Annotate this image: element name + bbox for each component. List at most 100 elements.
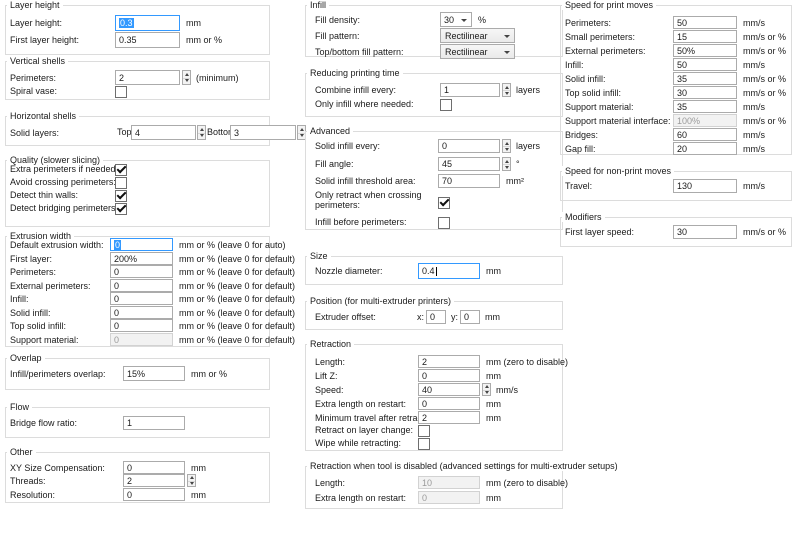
- inf-top-bottom-fill-pattern-label: Top/bottom fill pattern:: [315, 47, 404, 57]
- ret-speed-spinner-down[interactable]: [483, 390, 490, 396]
- rpt-only-infill-where-needed-checkbox[interactable]: [440, 99, 452, 111]
- adv-solid-infill-every-spinner[interactable]: [502, 139, 511, 153]
- ew-default-extrusion-width-input-value: 0: [114, 240, 121, 250]
- q-extra-perimeters-if-needed-checkbox[interactable]: [115, 164, 127, 176]
- vs-perimeters-unit: (minimum): [196, 73, 239, 83]
- ot-xy-size-compensation-input[interactable]: 0: [123, 461, 185, 474]
- ew-top-solid-infill-input[interactable]: 0: [110, 319, 173, 332]
- hs-bottom-input[interactable]: 3: [230, 125, 296, 140]
- ret-length-input[interactable]: 2: [418, 355, 480, 368]
- inf-top-bottom-fill-pattern-select[interactable]: Rectilinear: [440, 44, 515, 59]
- hs-top-spinner-down[interactable]: [198, 133, 205, 140]
- size-nozzle-diameter-input-value: 0.4: [422, 266, 435, 276]
- fl-bridge-flow-ratio-input[interactable]: 1: [123, 416, 185, 430]
- size-nozzle-diameter-input[interactable]: 0.4: [418, 263, 480, 279]
- ew-infill-input[interactable]: 0: [110, 292, 173, 305]
- q-detect-thin-walls-checkbox[interactable]: [115, 190, 127, 202]
- ret-speed-input[interactable]: 40: [418, 383, 480, 396]
- hs-top-spinner[interactable]: [197, 125, 206, 140]
- adv-solid-infill-threshold-area-label: Solid infill threshold area:: [315, 176, 416, 186]
- spm-gap-fill-unit: mm/s: [743, 144, 765, 154]
- pos-x-offset-input[interactable]: 0: [426, 310, 446, 324]
- ew-support-material-label: Support material:: [10, 335, 79, 345]
- adv-solid-infill-every-input[interactable]: 0: [438, 139, 500, 153]
- ret-lift-z-input[interactable]: 0: [418, 369, 480, 382]
- ew-top-solid-infill-input-value: 0: [114, 321, 119, 331]
- adv-infill-before-perimeters-label: Infill before perimeters:: [315, 217, 407, 227]
- mod-first-layer-speed-input[interactable]: 30: [673, 225, 737, 239]
- adv-fill-angle-input-value: 45: [442, 159, 452, 169]
- ew-external-perimeters-input[interactable]: 0: [110, 279, 173, 292]
- adv-fill-angle-spinner-down[interactable]: [503, 164, 510, 170]
- ot-threads-spinner[interactable]: [187, 474, 196, 487]
- spm-support-material-interface-unit: mm/s or %: [743, 116, 786, 126]
- lh-first-layer-height-input[interactable]: 0.35: [115, 32, 180, 48]
- ret-retract-on-layer-change-checkbox[interactable]: [418, 425, 430, 437]
- rpt-combine-infill-every-spinner-down[interactable]: [503, 90, 510, 96]
- retd-length-unit: mm (zero to disable): [486, 478, 568, 488]
- vs-perimeters-spinner-down[interactable]: [183, 78, 190, 85]
- inf-fill-density-combo[interactable]: 30: [440, 12, 472, 27]
- q-detect-bridging-perimeters-checkbox[interactable]: [115, 203, 127, 215]
- spm-bridges-unit: mm/s: [743, 130, 765, 140]
- inf-fill-pattern-select[interactable]: Rectilinear: [440, 28, 515, 43]
- spm-support-material-input[interactable]: 35: [673, 100, 737, 113]
- ret-minimum-travel-after-retraction-input[interactable]: 2: [418, 411, 480, 424]
- snp-travel-input-value: 130: [677, 181, 692, 191]
- ov-infill-perimeters-overlap-input[interactable]: 15%: [123, 366, 185, 381]
- ot-threads-input[interactable]: 2: [123, 474, 185, 487]
- lh-first-layer-height-input-value: 0.35: [119, 35, 137, 45]
- adv-infill-before-perimeters-checkbox[interactable]: [438, 217, 450, 229]
- spm-infill-input[interactable]: 50: [673, 58, 737, 71]
- ot-resolution-input[interactable]: 0: [123, 488, 185, 501]
- vs-perimeters-spinner[interactable]: [182, 70, 191, 85]
- hs-bottom-spinner-down[interactable]: [298, 133, 305, 140]
- adv-fill-angle-spinner[interactable]: [502, 157, 511, 171]
- ret-speed-label: Speed:: [315, 385, 344, 395]
- rpt-combine-infill-every-spinner[interactable]: [502, 83, 511, 97]
- ret-extra-length-on-restart-input-value: 0: [422, 399, 427, 409]
- adv-solid-infill-threshold-area-input[interactable]: 70: [438, 174, 500, 188]
- adv-only-retract-when-crossing-perimeters-checkbox[interactable]: [438, 197, 450, 209]
- ew-default-extrusion-width-input[interactable]: 0: [110, 238, 173, 251]
- rpt-combine-infill-every-input[interactable]: 1: [440, 83, 500, 97]
- spm-gap-fill-input[interactable]: 20: [673, 142, 737, 155]
- snp-travel-input[interactable]: 130: [673, 179, 737, 193]
- pos-y-offset-input[interactable]: 0: [460, 310, 480, 324]
- ret-speed-input-value: 40: [422, 385, 432, 395]
- ew-infill-input-value: 0: [114, 294, 119, 304]
- ot-xy-size-compensation-input-value: 0: [127, 463, 132, 473]
- spm-solid-infill-label: Solid infill:: [565, 74, 606, 84]
- spm-top-solid-infill-input[interactable]: 30: [673, 86, 737, 99]
- lh-layer-height-input[interactable]: 0.3: [115, 15, 180, 31]
- q-avoid-crossing-perimeters-checkbox[interactable]: [115, 177, 127, 189]
- hs-top-input[interactable]: 4: [131, 125, 196, 140]
- group-layer-height-title: Layer height: [7, 0, 63, 10]
- adv-fill-angle-input[interactable]: 45: [438, 157, 500, 171]
- vs-spiral-vase-checkbox[interactable]: [115, 86, 127, 98]
- spm-perimeters-input[interactable]: 50: [673, 16, 737, 29]
- ew-solid-infill-input-value: 0: [114, 308, 119, 318]
- group-vertical-shells-title: Vertical shells: [7, 56, 68, 66]
- ew-first-layer-label: First layer:: [10, 254, 52, 264]
- ot-threads-spinner-down[interactable]: [188, 481, 195, 487]
- inf-fill-pattern-select-value: Rectilinear: [445, 31, 488, 41]
- spm-external-perimeters-input[interactable]: 50%: [673, 44, 737, 57]
- ew-first-layer-input-value: 200%: [114, 254, 137, 264]
- group-flow-title: Flow: [7, 402, 32, 412]
- hs-top-input-value: 4: [135, 128, 140, 138]
- fl-bridge-flow-ratio-input-value: 1: [127, 418, 132, 428]
- spm-bridges-input[interactable]: 60: [673, 128, 737, 141]
- vs-spiral-vase-label: Spiral vase:: [10, 86, 57, 96]
- group-retraction-title: Retraction: [307, 339, 354, 349]
- ret-extra-length-on-restart-input[interactable]: 0: [418, 397, 480, 410]
- vs-perimeters-input[interactable]: 2: [115, 70, 180, 85]
- spm-solid-infill-input[interactable]: 35: [673, 72, 737, 85]
- spm-small-perimeters-input[interactable]: 15: [673, 30, 737, 43]
- ew-first-layer-input[interactable]: 200%: [110, 252, 173, 265]
- adv-solid-infill-every-spinner-down[interactable]: [503, 146, 510, 152]
- ret-wipe-while-retracting-checkbox[interactable]: [418, 438, 430, 450]
- ew-perimeters-input[interactable]: 0: [110, 265, 173, 278]
- ew-solid-infill-input[interactable]: 0: [110, 306, 173, 319]
- ret-speed-spinner[interactable]: [482, 383, 491, 396]
